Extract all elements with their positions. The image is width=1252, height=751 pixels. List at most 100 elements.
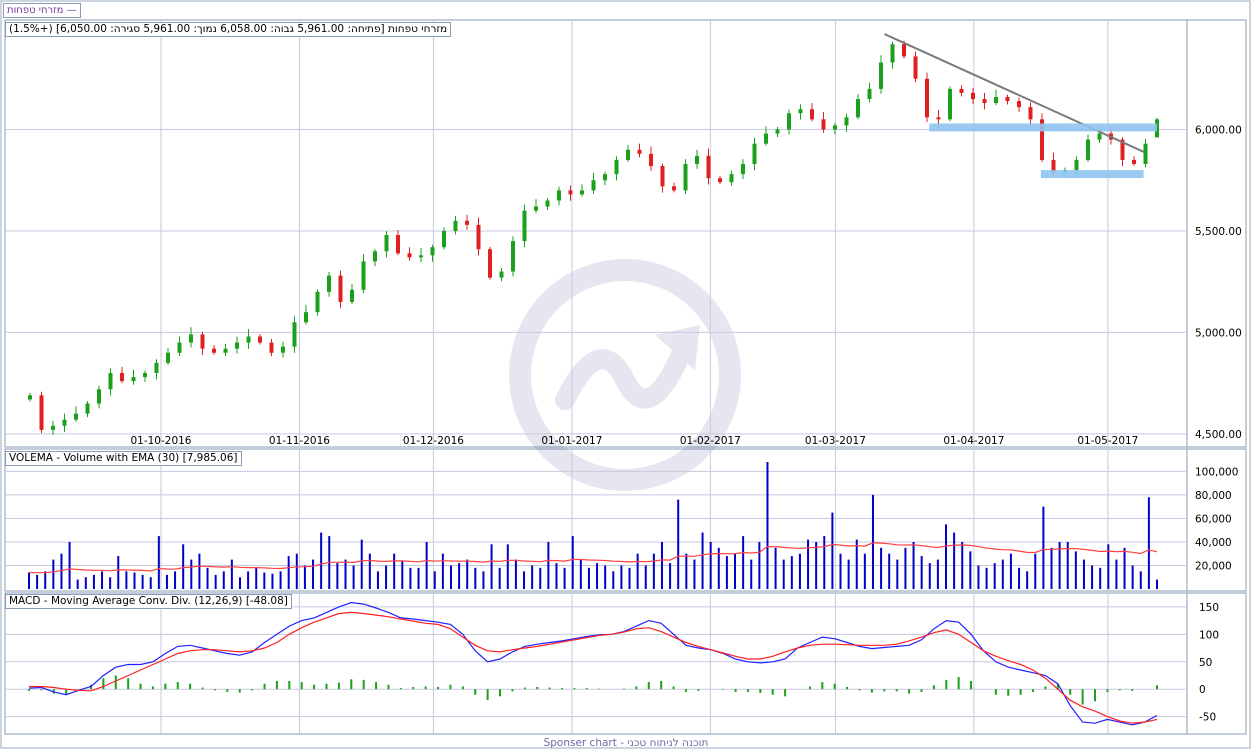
candle xyxy=(442,230,446,248)
x-tick-label-6: 01-04-2017 xyxy=(943,435,1004,447)
candle xyxy=(85,403,90,414)
candle xyxy=(281,346,285,353)
vol-y-tick-4: 100,000 xyxy=(1195,466,1238,478)
candle xyxy=(1074,159,1079,171)
candle xyxy=(350,289,354,302)
footer-credit: Sponser chart - תוכנה לניתוח טכני xyxy=(543,737,709,749)
candle xyxy=(177,342,182,353)
candle xyxy=(741,163,745,175)
price-y-tick-1: 5,000.00 xyxy=(1195,327,1242,339)
candle xyxy=(959,88,964,93)
macd-y-tick-4: 150 xyxy=(1199,602,1219,614)
candle xyxy=(856,99,860,118)
candle xyxy=(292,322,297,347)
x-tick-label-3: 01-01-2017 xyxy=(541,435,602,447)
x-tick-label-1: 01-11-2016 xyxy=(269,435,330,447)
candle xyxy=(453,220,458,231)
candle xyxy=(143,373,147,378)
candle xyxy=(752,143,757,164)
candle xyxy=(844,117,849,126)
candle xyxy=(764,133,768,144)
candle xyxy=(1086,139,1090,160)
candle xyxy=(131,377,136,382)
candle xyxy=(269,342,274,353)
candle xyxy=(430,247,435,256)
x-tick-label-0: 01-10-2016 xyxy=(130,435,191,447)
price-header: מזרחי טפחות [פתיחה: 5,961.00 גבוה: 6,058… xyxy=(5,22,452,37)
support-band-0 xyxy=(929,123,1157,132)
candle xyxy=(212,348,216,353)
candle xyxy=(936,117,941,120)
macd-y-tick-2: 50 xyxy=(1199,657,1212,669)
candle xyxy=(798,109,803,114)
candle xyxy=(810,109,814,120)
candle xyxy=(545,200,550,207)
candle xyxy=(62,419,67,426)
panel-frame-3 xyxy=(4,592,1247,735)
candle xyxy=(39,395,44,430)
candle xyxy=(1028,107,1033,120)
candle xyxy=(384,235,389,252)
support-band-1 xyxy=(1040,170,1144,179)
candle xyxy=(499,271,504,278)
candle xyxy=(373,251,377,262)
candle xyxy=(223,348,228,353)
candle xyxy=(982,99,987,104)
x-tick-label-7: 01-05-2017 xyxy=(1077,435,1138,447)
candle xyxy=(396,235,400,254)
macd-y-tick-0: -50 xyxy=(1199,712,1216,724)
candle xyxy=(683,163,688,191)
candle xyxy=(695,155,699,164)
vol-y-tick-0: 20,000 xyxy=(1195,560,1232,572)
candle xyxy=(476,224,481,250)
candle xyxy=(649,153,653,167)
candle xyxy=(1017,101,1021,108)
candle xyxy=(580,190,584,195)
candle xyxy=(235,342,239,349)
candle xyxy=(890,44,895,63)
candle xyxy=(557,190,561,201)
candle xyxy=(28,395,32,400)
candle xyxy=(488,249,492,278)
price-y-tick-0: 4,500.00 xyxy=(1195,429,1242,441)
candle xyxy=(591,180,596,191)
candle xyxy=(913,56,918,79)
candle xyxy=(338,275,343,302)
volume-header: VOLEMA - Volume with EMA (30) [7,985.06] xyxy=(5,451,242,466)
candle xyxy=(534,206,538,211)
candle xyxy=(948,88,952,120)
price-y-tick-3: 6,000.00 xyxy=(1195,124,1242,136)
candle xyxy=(833,125,837,130)
candle xyxy=(189,334,193,343)
candle xyxy=(246,336,251,343)
candle xyxy=(775,129,780,134)
price-y-tick-2: 5,500.00 xyxy=(1195,226,1242,238)
candle xyxy=(626,149,630,160)
candle xyxy=(660,166,665,187)
candle xyxy=(1143,143,1148,164)
macd-y-tick-1: 0 xyxy=(1199,684,1206,696)
candle xyxy=(304,312,308,323)
candle xyxy=(97,389,101,404)
candle xyxy=(706,155,711,179)
macd-y-tick-3: 100 xyxy=(1199,629,1219,641)
candle xyxy=(614,159,619,175)
candle xyxy=(74,413,78,420)
chart-canvas: 4,500.00 5,000.00 5,500.00 6,000.00 01-10-20… xyxy=(0,0,1251,749)
candle xyxy=(522,210,527,242)
vol-y-tick-2: 60,000 xyxy=(1195,513,1232,525)
candle xyxy=(1132,159,1136,164)
candle xyxy=(1005,97,1010,102)
candle xyxy=(821,119,826,130)
candle xyxy=(925,78,929,118)
candle xyxy=(465,220,469,225)
candle xyxy=(672,186,676,191)
candle xyxy=(879,62,883,89)
x-tick-label-5: 01-03-2017 xyxy=(805,435,866,447)
candle xyxy=(511,241,515,272)
candle xyxy=(315,291,320,313)
candle xyxy=(1097,133,1102,140)
macd-header: MACD - Moving Average Conv. Div. (12,26,… xyxy=(5,594,292,609)
candle xyxy=(166,352,170,363)
chart-title-tag: מזרחי טפחות — xyxy=(3,3,81,18)
